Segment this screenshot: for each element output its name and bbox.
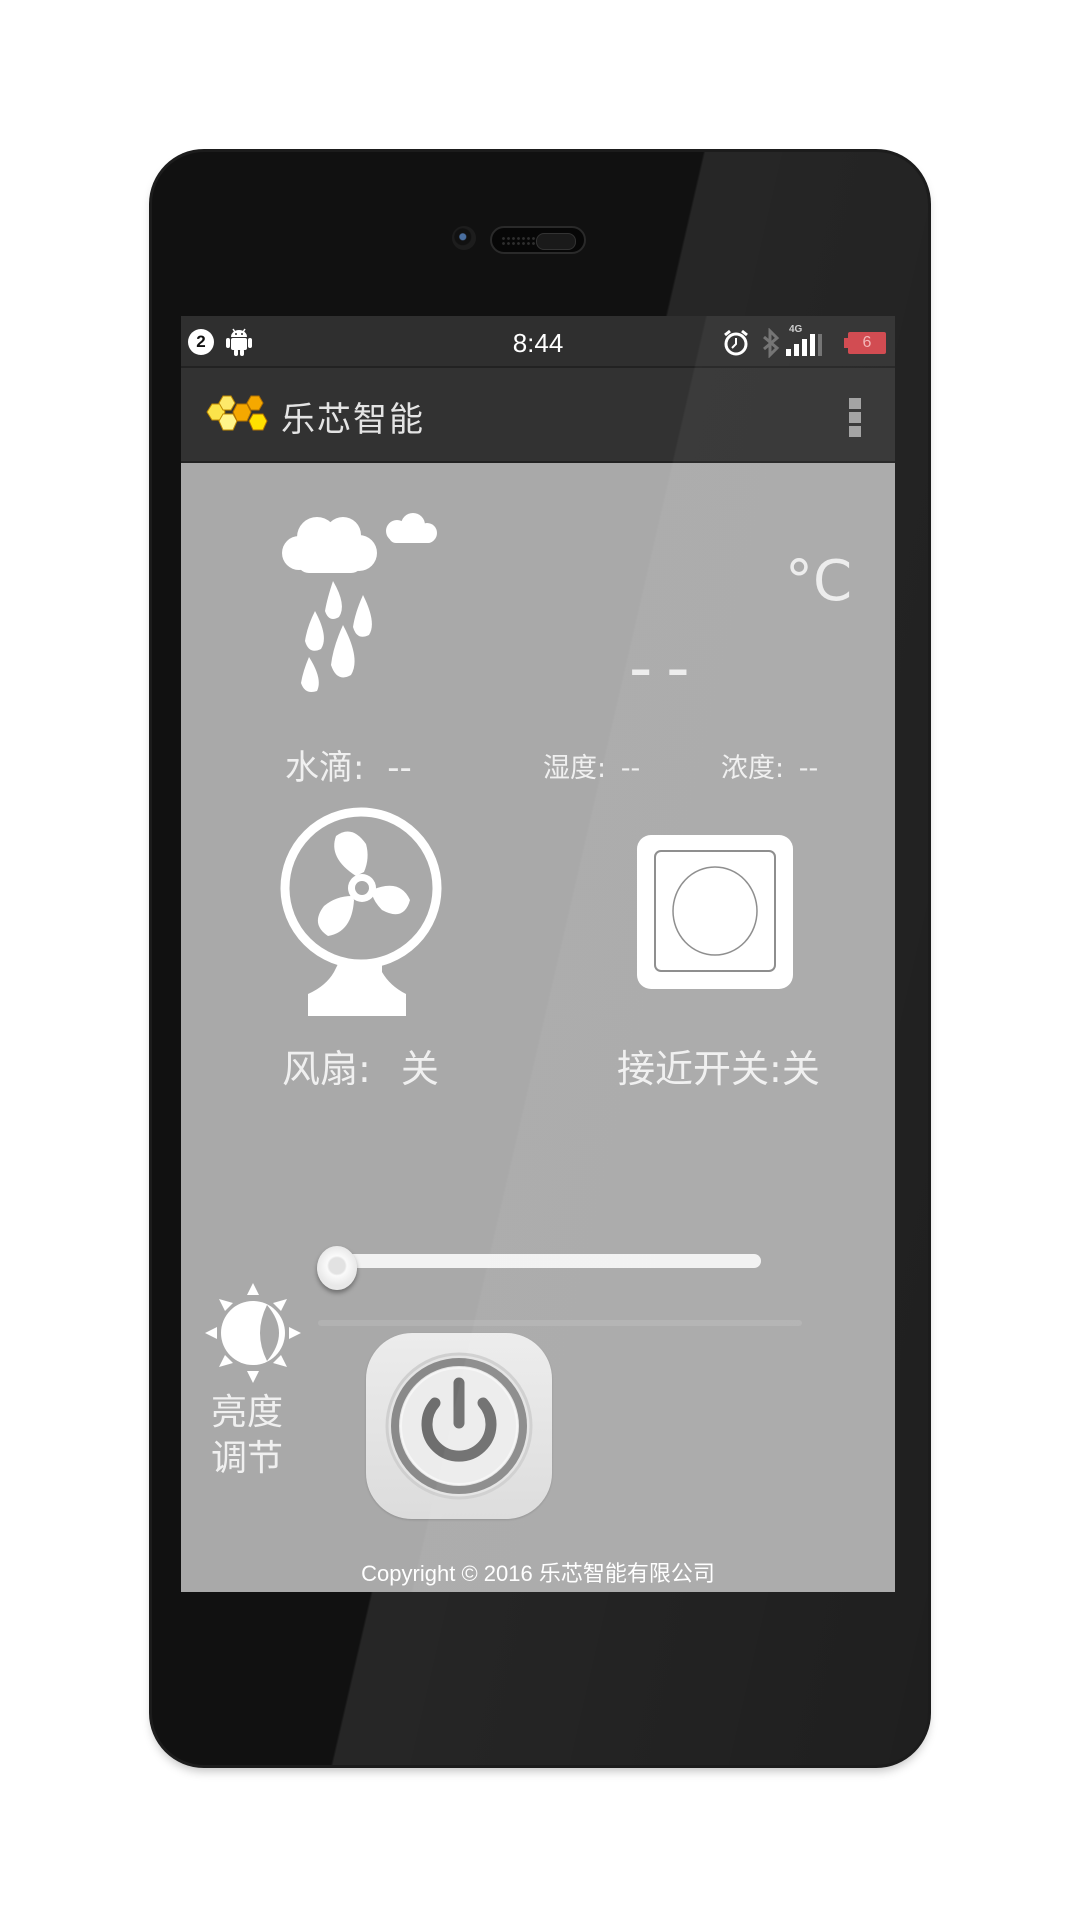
brightness-label-line2: 调节	[211, 1438, 284, 1479]
fan-status: 风扇: 关	[282, 1038, 439, 1093]
proximity-switch-label: 接近开关:	[617, 1047, 782, 1091]
water-drop-reading: 水滴: --	[285, 740, 412, 789]
alarm-icon	[724, 329, 748, 356]
humidity-reading: 湿度: --	[543, 746, 640, 785]
humidity-value: --	[620, 753, 641, 784]
temperature-value: --	[629, 628, 704, 706]
status-bar: 2 8:44 4G 6	[181, 316, 895, 368]
water-drop-label: 水滴:	[285, 748, 365, 788]
fan-icon[interactable]	[278, 806, 444, 1016]
screen: 2 8:44 4G 6 乐芯智能 -- °C 水滴: -- 湿度: -- 浓度:…	[181, 316, 895, 1592]
copyright-footer: Copyright © 2016 乐芯智能有限公司	[361, 1561, 715, 1586]
front-camera-icon	[452, 226, 476, 250]
proximity-switch-status: 接近开关:关	[617, 1038, 820, 1093]
brightness-slider-thumb[interactable]	[317, 1246, 357, 1290]
app-bar: 乐芯智能	[181, 368, 895, 463]
humidity-label: 湿度:	[543, 753, 607, 784]
fan-state: 关	[400, 1047, 439, 1091]
temperature-unit: °C	[785, 549, 853, 614]
proximity-switch-state: 关	[781, 1047, 820, 1091]
signal-icon	[786, 334, 822, 356]
brightness-label-line1: 亮度	[211, 1392, 284, 1433]
brightness-icon	[205, 1283, 301, 1383]
concentration-reading: 浓度: --	[721, 746, 818, 785]
app-title: 乐芯智能	[281, 400, 425, 440]
proximity-switch-icon[interactable]	[637, 835, 793, 989]
honeycomb-logo-icon	[206, 395, 268, 431]
water-drop-value: --	[387, 748, 412, 788]
concentration-value: --	[798, 753, 819, 784]
fan-label: 风扇:	[282, 1047, 371, 1091]
brightness-label: 亮度 调节	[211, 1390, 283, 1482]
rain-cloud-icon	[282, 513, 437, 692]
battery-icon: 6	[844, 332, 886, 354]
earpiece-speaker-icon	[490, 226, 586, 254]
concentration-label: 浓度:	[721, 753, 785, 784]
power-icon	[385, 1352, 533, 1500]
overflow-menu-icon[interactable]	[849, 398, 861, 438]
power-button[interactable]	[366, 1333, 552, 1519]
brightness-slider[interactable]	[321, 1254, 761, 1268]
bluetooth-icon	[763, 328, 780, 358]
